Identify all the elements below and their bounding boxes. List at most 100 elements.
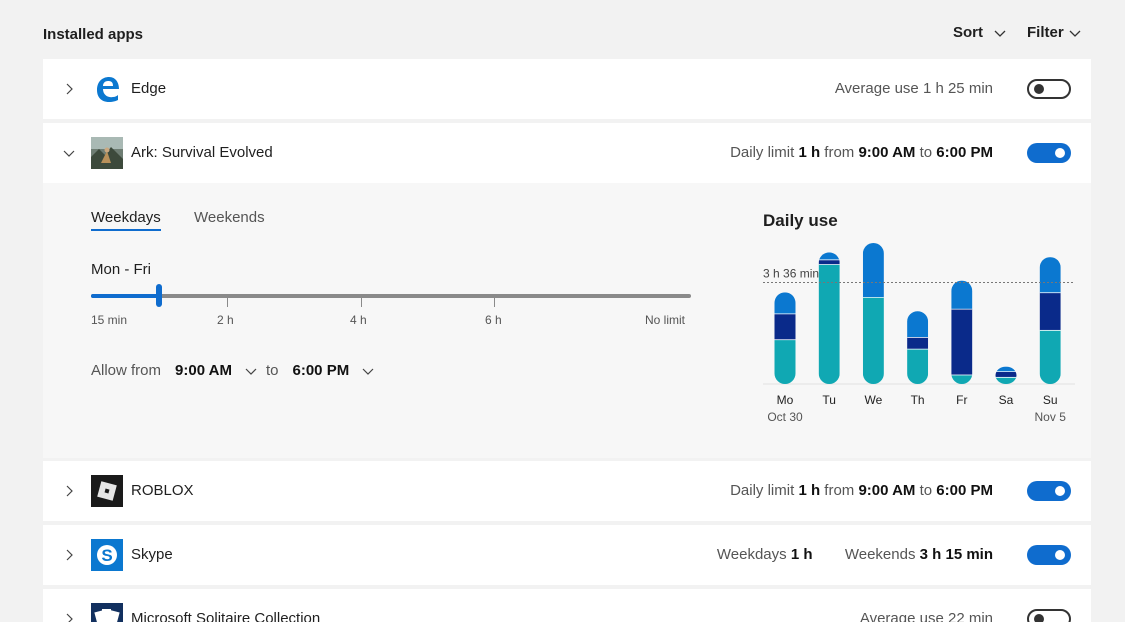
chevron-right-icon[interactable] xyxy=(61,81,77,97)
daily-limit-label: Daily limit xyxy=(730,144,795,161)
time-limit-slider-track[interactable] xyxy=(91,294,691,298)
app-name: Edge xyxy=(131,80,167,97)
filter-label: Filter xyxy=(1027,24,1064,41)
slider-tick-label: 4 h xyxy=(350,313,367,327)
bar-segment-we xyxy=(862,297,884,384)
roblox-app-icon xyxy=(91,475,123,507)
bar-segment-fr xyxy=(951,280,973,309)
x-tick-label: Su xyxy=(1043,393,1058,407)
to-label: to xyxy=(919,144,933,161)
allow-from-label: Allow from xyxy=(91,362,162,379)
to-label: to xyxy=(919,482,933,499)
slider-tick-label: 2 h xyxy=(217,313,234,327)
ark-app-icon xyxy=(91,137,123,169)
bar-segment-th xyxy=(907,348,929,384)
to-label: to xyxy=(265,362,279,379)
allow-time-range: Allow from 9:00 AM to 6:00 PM xyxy=(91,362,375,379)
app-toggle-skype[interactable] xyxy=(1027,545,1071,565)
average-use-text: Average use 22 min xyxy=(859,610,993,622)
daily-use-chart: Mo Oct 30 Tu We Th Fr Sa Su Nov 5 3 h 36 min xyxy=(763,243,1075,424)
daily-limit-value: 1 h xyxy=(798,144,821,161)
slider-tick-label: 6 h xyxy=(485,313,502,327)
chevron-right-icon[interactable] xyxy=(61,611,77,622)
bar-segment-su xyxy=(1039,257,1061,293)
chevron-right-icon[interactable] xyxy=(61,547,77,563)
app-name: Ark: Survival Evolved xyxy=(131,144,273,161)
toggle-knob xyxy=(1055,550,1065,560)
chevron-down-icon xyxy=(994,30,1006,37)
slider-tick xyxy=(361,297,362,307)
weekday-weekend-limits: Weekdays 1 h Weekends 3 h 15 min xyxy=(717,546,993,563)
app-row-skype: S Skype Weekdays 1 h Weekends 3 h 15 min xyxy=(43,525,1091,585)
x-tick-label: Fr xyxy=(956,393,967,407)
start-time: 9:00 AM xyxy=(858,482,916,499)
bar-segment-sa xyxy=(995,376,1017,384)
bar-segment-mo xyxy=(774,292,796,314)
bar-segment-sa xyxy=(995,366,1017,372)
chevron-down-icon[interactable] xyxy=(361,364,375,378)
toggle-knob xyxy=(1055,486,1065,496)
chevron-down-icon[interactable] xyxy=(244,364,258,378)
daily-limit-value: 1 h xyxy=(798,482,821,499)
x-date-label: Oct 30 xyxy=(767,410,803,424)
slider-tick-label: 15 min xyxy=(91,313,128,327)
slider-tick-label: No limit xyxy=(645,313,686,327)
time-limit-slider-thumb[interactable] xyxy=(156,284,162,307)
app-toggle-ark[interactable] xyxy=(1027,143,1071,163)
tab-active-underline xyxy=(91,229,161,231)
end-time: 6:00 PM xyxy=(936,482,993,499)
bar-segment-th xyxy=(907,337,929,349)
daily-limit-label: Daily limit xyxy=(730,482,795,499)
app-toggle-edge[interactable] xyxy=(1027,79,1071,99)
toggle-knob xyxy=(1034,84,1044,94)
solitaire-app-icon xyxy=(91,603,123,622)
x-tick-label: Sa xyxy=(999,393,1014,407)
tab-weekdays[interactable]: Weekdays xyxy=(91,209,161,226)
edge-app-icon xyxy=(97,77,119,102)
svg-text:S: S xyxy=(101,546,112,565)
x-tick-label: Mo xyxy=(777,393,794,407)
skype-app-icon: S xyxy=(91,539,123,571)
weekends-label: Weekends xyxy=(844,546,916,563)
weekends-value: 3 h 15 min xyxy=(919,546,993,563)
app-toggle-solitaire[interactable] xyxy=(1027,609,1071,622)
bar-segment-mo xyxy=(774,313,796,340)
bar-segment-mo xyxy=(774,339,796,384)
tab-weekends[interactable]: Weekends xyxy=(194,209,265,226)
app-row-roblox: ROBLOX Daily limit 1 h from 9:00 AM to 6… xyxy=(43,461,1091,521)
x-tick-label: Tu xyxy=(822,393,836,407)
start-time: 9:00 AM xyxy=(858,144,916,161)
sort-button[interactable]: Sort xyxy=(953,24,1007,41)
bar-segment-we xyxy=(862,243,884,298)
chevron-right-icon[interactable] xyxy=(61,483,77,499)
app-name: ROBLOX xyxy=(131,482,194,499)
average-use-text: Average use 1 h 25 min xyxy=(834,80,993,97)
chevron-down-icon xyxy=(1069,30,1081,37)
app-row-ark: Ark: Survival Evolved Daily limit 1 h fr… xyxy=(43,123,1091,183)
daily-limit-text: Daily limit 1 h from 9:00 AM to 6:00 PM xyxy=(730,144,993,161)
ark-settings-panel: Weekdays Weekends Mon - Fri 15 min 2 h 4… xyxy=(43,183,1091,458)
app-name: Microsoft Solitaire Collection xyxy=(131,610,321,622)
daily-use-title: Daily use xyxy=(763,211,838,230)
bar-segment-su xyxy=(1039,292,1061,330)
slider-tick xyxy=(494,297,495,307)
chevron-down-icon[interactable] xyxy=(61,145,77,161)
x-date-label: Nov 5 xyxy=(1035,410,1067,424)
from-label: from xyxy=(824,144,855,161)
x-tick-label: Th xyxy=(911,393,925,407)
weekdays-label: Weekdays xyxy=(716,546,787,563)
filter-button[interactable]: Filter xyxy=(1027,24,1082,41)
installed-apps-header: Installed apps Sort Filter xyxy=(43,0,1091,59)
app-toggle-roblox[interactable] xyxy=(1027,481,1071,501)
toggle-knob xyxy=(1034,614,1044,622)
time-limit-slider-fill xyxy=(91,294,159,298)
from-label: from xyxy=(824,482,855,499)
start-time-select[interactable]: 9:00 AM xyxy=(175,362,232,379)
end-time-select[interactable]: 6:00 PM xyxy=(293,362,350,379)
bar-segment-th xyxy=(907,311,929,337)
bar-segment-fr xyxy=(951,308,973,375)
sort-label: Sort xyxy=(953,24,983,41)
x-tick-label: We xyxy=(865,393,883,407)
daily-limit-text: Daily limit 1 h from 9:00 AM to 6:00 PM xyxy=(730,482,993,499)
end-time: 6:00 PM xyxy=(936,144,993,161)
